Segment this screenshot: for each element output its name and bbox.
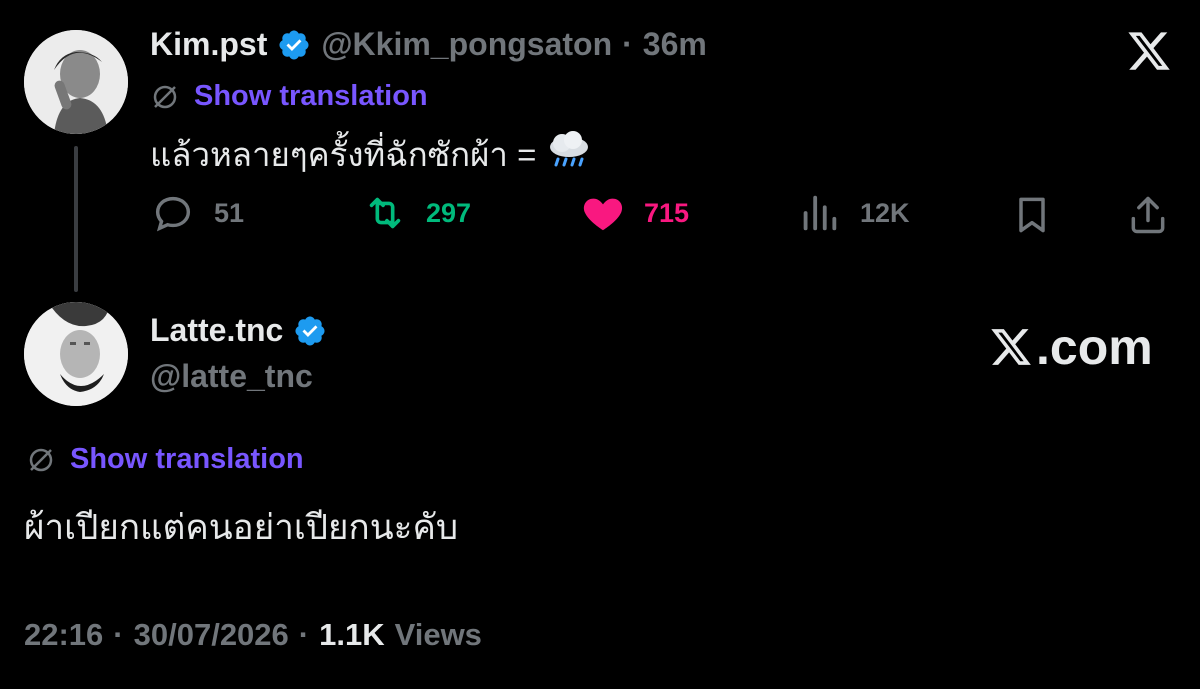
reply-header: Latte.tnc (150, 312, 327, 349)
translate-globe-icon (153, 85, 177, 108)
tweet-body: แล้วหลายๆครั้งที่ฉักซักผ้า = (150, 136, 537, 173)
avatar-latte[interactable] (24, 302, 128, 406)
reply-icon (155, 196, 191, 232)
verified-badge-icon (277, 28, 311, 62)
translate-globe-icon (29, 448, 53, 471)
like-button[interactable]: 715 (580, 190, 689, 236)
translation-row: Show translation (150, 80, 428, 113)
bar-chart-icon (803, 195, 837, 231)
share-button[interactable] (1126, 193, 1170, 242)
author-handle[interactable]: @Kkim_pongsaton (321, 26, 612, 63)
show-translation-link[interactable]: Show translation (194, 80, 428, 113)
reply-count: 51 (214, 197, 245, 228)
show-translation-link[interactable]: Show translation (70, 443, 304, 476)
avatar-kim[interactable] (24, 30, 128, 134)
tweet-time[interactable]: 36m (643, 26, 707, 63)
thread-connector-line (74, 146, 78, 292)
bookmark-button[interactable] (1010, 193, 1054, 242)
reply-author-handle[interactable]: @latte_tnc (150, 358, 313, 395)
reply-body: ผ้าเปียกแต่คนอย่าเปียกนะคับ (24, 508, 459, 547)
reply-author-name[interactable]: Latte.tnc (150, 312, 283, 349)
x-logo-icon[interactable] (1126, 28, 1172, 79)
reply-button[interactable]: 51 (150, 190, 244, 236)
reply-time[interactable]: 22:16 (24, 617, 103, 653)
bookmark-icon (1019, 197, 1045, 233)
reply-meta: 22:16 · 30/07/2026 · 1.1K Views (24, 617, 482, 653)
x-logo-icon (991, 329, 1031, 365)
reply-views-count: 1.1K (319, 617, 385, 652)
retweet-icon (369, 197, 401, 229)
separator-dot: · (622, 26, 633, 62)
verified-badge-icon (293, 314, 327, 348)
separator-dot-1: · (113, 617, 124, 652)
retweet-count: 297 (426, 197, 472, 228)
heart-filled-icon (583, 198, 623, 231)
reply-date[interactable]: 30/07/2026 (134, 617, 289, 653)
author-name[interactable]: Kim.pst (150, 26, 267, 63)
x-com-watermark: .com (988, 318, 1153, 376)
reply-translation-row: Show translation (26, 443, 304, 476)
like-count: 715 (644, 197, 690, 228)
separator-dot-2: · (298, 617, 310, 652)
share-icon (1131, 196, 1165, 234)
reply-views-label: Views (394, 617, 482, 652)
views-button[interactable]: 12K (796, 190, 910, 236)
retweet-button[interactable]: 297 (362, 190, 471, 236)
rain-cloud-emoji (546, 130, 592, 179)
tweet-header: Kim.pst @Kkim_pongsaton · 36m (150, 26, 707, 63)
watermark-text: .com (1036, 319, 1153, 375)
tweet-text: แล้วหลายๆครั้งที่ฉักซักผ้า = (150, 128, 592, 181)
views-count: 12K (860, 197, 910, 228)
